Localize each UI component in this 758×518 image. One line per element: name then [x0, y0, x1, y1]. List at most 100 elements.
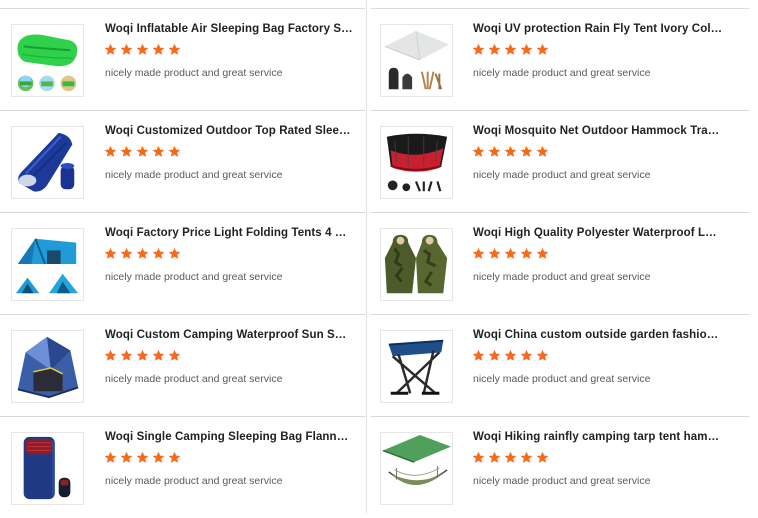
star-icon [168, 43, 181, 55]
product-title[interactable]: Woqi Custom Camping Waterproof Sun Shade… [105, 329, 353, 341]
star-icon [136, 451, 149, 463]
star-icon [472, 451, 485, 463]
rain-poncho-icon[interactable] [380, 228, 453, 301]
product-card[interactable]: Woqi Inflatable Air Sleeping Bag Factory… [0, 8, 365, 110]
star-icon [504, 145, 517, 157]
product-title[interactable]: Woqi Single Camping Sleeping Bag Flannel… [105, 431, 353, 443]
star-icon [504, 349, 517, 361]
star-icon [520, 451, 533, 463]
review-text: nicely made product and great service [105, 67, 283, 79]
flannel-sleeping-bag-icon[interactable] [11, 432, 84, 505]
product-card[interactable]: Woqi China custom outside garden fashion… [371, 314, 749, 416]
star-icon [104, 349, 117, 361]
star-icon [472, 349, 485, 361]
product-title[interactable]: Woqi Hiking rainfly camping tarp tent ha… [473, 431, 723, 443]
product-card[interactable]: Woqi Single Camping Sleeping Bag Flannel… [0, 416, 365, 518]
star-icon [536, 43, 549, 55]
star-icon [520, 145, 533, 157]
right-column: Woqi UV protection Rain Fly Tent Ivory C… [371, 8, 749, 518]
review-text: nicely made product and great service [105, 271, 283, 283]
product-card[interactable]: Woqi Custom Camping Waterproof Sun Shade… [0, 314, 365, 416]
star-icon [520, 349, 533, 361]
review-text: nicely made product and great service [473, 373, 651, 385]
star-icon [488, 43, 501, 55]
rating-stars [104, 349, 181, 363]
star-icon [520, 43, 533, 55]
rating-stars [472, 145, 549, 159]
review-text: nicely made product and great service [473, 67, 651, 79]
inflatable-air-sofa-icon[interactable] [11, 24, 84, 97]
product-card[interactable]: Woqi Factory Price Light Folding Tents 4… [0, 212, 365, 314]
star-icon [168, 349, 181, 361]
star-icon [488, 451, 501, 463]
product-title[interactable]: Woqi Factory Price Light Folding Tents 4… [105, 227, 353, 239]
star-icon [520, 247, 533, 259]
product-card[interactable]: Woqi Hiking rainfly camping tarp tent ha… [371, 416, 749, 518]
star-icon [536, 145, 549, 157]
rating-stars [104, 451, 181, 465]
mosquito-net-hammock-icon[interactable] [380, 126, 453, 199]
star-icon [120, 247, 133, 259]
star-icon [104, 43, 117, 55]
product-title[interactable]: Woqi China custom outside garden fashion… [473, 329, 723, 341]
tarp-hammock-icon[interactable] [380, 432, 453, 505]
star-icon [168, 451, 181, 463]
star-icon [136, 43, 149, 55]
rain-fly-tarp-icon[interactable] [380, 24, 453, 97]
star-icon [104, 145, 117, 157]
star-icon [152, 145, 165, 157]
product-title[interactable]: Woqi High Quality Polyester Waterproof L… [473, 227, 723, 239]
review-text: nicely made product and great service [473, 169, 651, 181]
star-icon [152, 247, 165, 259]
rating-stars [104, 145, 181, 159]
review-text: nicely made product and great service [105, 169, 283, 181]
left-column: Woqi Inflatable Air Sleeping Bag Factory… [0, 8, 365, 518]
product-review-grid: Woqi Inflatable Air Sleeping Bag Factory… [0, 0, 758, 513]
column-divider [366, 0, 367, 513]
star-icon [536, 349, 549, 361]
star-icon [504, 43, 517, 55]
product-title[interactable]: Woqi Inflatable Air Sleeping Bag Factory… [105, 23, 353, 35]
star-icon [504, 247, 517, 259]
dome-tent-icon[interactable] [11, 330, 84, 403]
star-icon [120, 451, 133, 463]
review-text: nicely made product and great service [473, 271, 651, 283]
product-card[interactable]: Woqi Customized Outdoor Top Rated Sleepi… [0, 110, 365, 212]
star-icon [120, 43, 133, 55]
folding-stool-icon[interactable] [380, 330, 453, 403]
product-title[interactable]: Woqi UV protection Rain Fly Tent Ivory C… [473, 23, 723, 35]
star-icon [120, 349, 133, 361]
review-text: nicely made product and great service [473, 475, 651, 487]
folding-tent-icon[interactable] [11, 228, 84, 301]
rating-stars [104, 43, 181, 57]
review-text: nicely made product and great service [105, 475, 283, 487]
rating-stars [472, 349, 549, 363]
star-icon [152, 43, 165, 55]
sleeping-bag-icon[interactable] [11, 126, 84, 199]
product-card[interactable]: Woqi UV protection Rain Fly Tent Ivory C… [371, 8, 749, 110]
star-icon [152, 451, 165, 463]
star-icon [168, 145, 181, 157]
product-title[interactable]: Woqi Mosquito Net Outdoor Hammock Travel… [473, 125, 723, 137]
review-text: nicely made product and great service [105, 373, 283, 385]
product-card[interactable]: Woqi Mosquito Net Outdoor Hammock Travel… [371, 110, 749, 212]
rating-stars [472, 451, 549, 465]
star-icon [104, 451, 117, 463]
star-icon [472, 247, 485, 259]
star-icon [136, 349, 149, 361]
star-icon [136, 145, 149, 157]
product-card[interactable]: Woqi High Quality Polyester Waterproof L… [371, 212, 749, 314]
star-icon [488, 145, 501, 157]
star-icon [488, 247, 501, 259]
rating-stars [104, 247, 181, 261]
star-icon [504, 451, 517, 463]
product-title[interactable]: Woqi Customized Outdoor Top Rated Sleepi… [105, 125, 353, 137]
star-icon [488, 349, 501, 361]
star-icon [104, 247, 117, 259]
star-icon [536, 451, 549, 463]
star-icon [120, 145, 133, 157]
star-icon [472, 145, 485, 157]
star-icon [152, 349, 165, 361]
star-icon [136, 247, 149, 259]
rating-stars [472, 247, 549, 261]
